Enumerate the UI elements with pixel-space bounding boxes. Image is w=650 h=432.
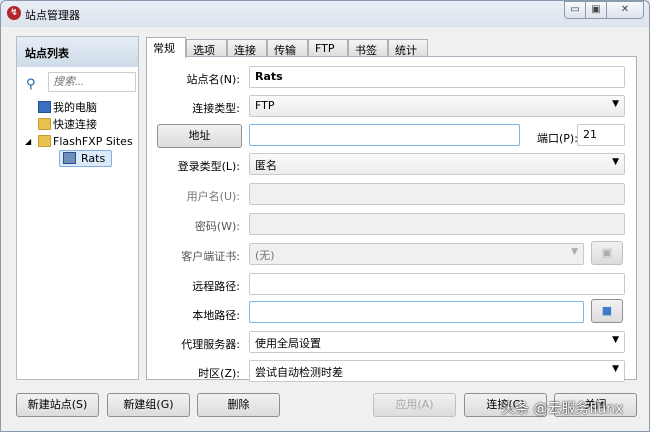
browse-folder-button[interactable]: ■ <box>591 299 623 323</box>
proxy-label: 代理服务器: <box>181 338 240 351</box>
conn-type-select[interactable]: FTP ▼ <box>249 95 625 117</box>
chevron-down-icon: ▼ <box>612 364 619 374</box>
tree-item-label: 快速连接 <box>53 118 97 131</box>
tree-item-flashfxp-sites[interactable]: ◢ FlashFXP Sites <box>25 133 137 150</box>
site-tree: 我的电脑 快速连接 ◢ FlashFXP Sites Rats <box>25 99 137 167</box>
cert-browse-button[interactable]: ▣ <box>591 241 623 265</box>
proxy-select[interactable]: 使用全局设置 ▼ <box>249 331 625 353</box>
login-type-select[interactable]: 匿名 ▼ <box>249 153 625 175</box>
computer-icon <box>38 101 51 113</box>
chevron-down-icon: ▼ <box>612 335 619 345</box>
site-list-panel: 站点列表 ⚲ 我的电脑 快速连接 ◢ FlashFXP Sites Rats <box>16 36 139 380</box>
tab-general[interactable]: 常规 <box>146 37 186 58</box>
apply-button[interactable]: 应用(A) <box>373 393 456 417</box>
monitor-icon <box>63 152 76 164</box>
remote-path-label: 远程路径: <box>192 280 240 293</box>
client-cert-select[interactable]: (无) ▼ <box>249 243 584 265</box>
site-list-header: 站点列表 <box>17 37 138 67</box>
delete-button[interactable]: 删除 <box>197 393 280 417</box>
certificate-icon: ▣ <box>601 246 613 259</box>
chevron-down-icon: ▼ <box>571 247 578 257</box>
local-path-label: 本地路径: <box>192 309 240 322</box>
tree-item-rats[interactable]: Rats <box>25 150 137 167</box>
watermark: 头条 @云服务liunx <box>501 401 624 417</box>
window-title: 站点管理器 <box>25 9 80 22</box>
chevron-down-icon: ▼ <box>612 157 619 167</box>
tree-item-label: 我的电脑 <box>53 101 97 114</box>
timezone-select[interactable]: 尝试自动检测时差 ▼ <box>249 360 625 382</box>
login-type-value: 匿名 <box>255 159 277 172</box>
folder-icon: ■ <box>601 304 613 317</box>
conn-type-label: 连接类型: <box>192 102 240 115</box>
general-tab-panel: 站点名(N): Rats 连接类型: FTP ▼ 地址 端口(P): 21 登录类… <box>146 56 637 382</box>
tab-options[interactable]: 选项 <box>186 39 227 57</box>
expand-arrow-icon[interactable]: ◢ <box>25 133 31 150</box>
password-label: 密码(W): <box>194 220 240 233</box>
timezone-label: 时区(Z): <box>198 367 240 380</box>
close-window-button[interactable]: ✕ <box>606 1 644 19</box>
proxy-value: 使用全局设置 <box>255 337 321 350</box>
tab-ftp[interactable]: FTP <box>308 39 348 57</box>
tree-item-my-computer[interactable]: 我的电脑 <box>25 99 137 116</box>
maximize-button[interactable]: ▣ <box>585 1 607 19</box>
username-input[interactable] <box>249 183 625 205</box>
conn-type-value: FTP <box>255 99 275 112</box>
minimize-button[interactable]: ▭ <box>564 1 586 19</box>
remote-path-input[interactable] <box>249 273 625 295</box>
folder-icon <box>38 118 51 130</box>
port-label: 端口(P): <box>537 132 578 145</box>
tab-connection[interactable]: 连接 <box>227 39 267 57</box>
address-input[interactable] <box>249 124 520 146</box>
tab-statistics[interactable]: 统计 <box>388 39 428 57</box>
site-name-input[interactable]: Rats <box>249 66 625 88</box>
tree-item-label: FlashFXP Sites <box>53 135 133 148</box>
login-type-label: 登录类型(L): <box>177 160 240 173</box>
tab-bookmarks[interactable]: 书签 <box>348 39 388 57</box>
password-input[interactable] <box>249 213 625 235</box>
port-input[interactable]: 21 <box>577 124 625 146</box>
folder-icon <box>38 135 51 147</box>
new-site-button[interactable]: 新建站点(S) <box>16 393 99 417</box>
site-name-label: 站点名(N): <box>186 73 240 86</box>
search-input[interactable] <box>48 72 136 92</box>
client-cert-label: 客户端证书: <box>181 250 240 263</box>
app-logo-icon: ↯ <box>7 6 21 20</box>
chevron-down-icon: ▼ <box>612 99 619 109</box>
tree-item-label: Rats <box>81 152 106 165</box>
new-group-button[interactable]: 新建组(G) <box>107 393 190 417</box>
address-button[interactable]: 地址 <box>157 124 242 148</box>
site-manager-window: ↯ 站点管理器 ▭ ▣ ✕ 站点列表 ⚲ 我的电脑 快速连接 ◢ FlashFXP… <box>0 0 650 432</box>
tab-transfer[interactable]: 传输 <box>267 39 308 57</box>
username-label: 用户名(U): <box>186 190 240 203</box>
local-path-input[interactable] <box>249 301 584 323</box>
title-bar: ↯ 站点管理器 ▭ ▣ ✕ <box>1 1 649 27</box>
tree-item-quick-connect[interactable]: 快速连接 <box>25 116 137 133</box>
client-cert-value: (无) <box>255 249 275 262</box>
timezone-value: 尝试自动检测时差 <box>255 366 343 379</box>
search-icon: ⚲ <box>26 77 36 92</box>
